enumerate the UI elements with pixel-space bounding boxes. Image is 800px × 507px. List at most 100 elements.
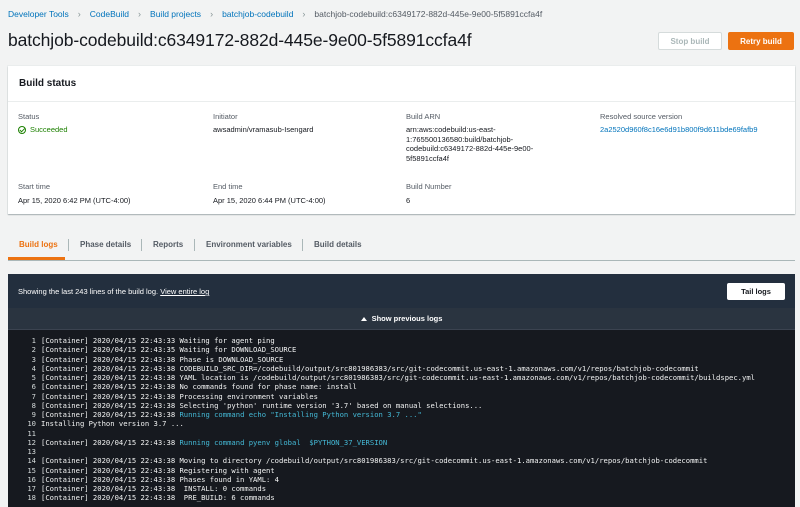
log-line: 6 [Container] 2020/04/15 22:43:38 No comm… xyxy=(8,382,795,391)
line-number: 1 xyxy=(31,336,36,345)
tab-divider xyxy=(141,239,142,251)
log-line: 8 [Container] 2020/04/15 22:43:38 Selecti… xyxy=(8,401,795,410)
line-number: 6 xyxy=(31,382,36,392)
tab-build-details[interactable]: Build details xyxy=(314,230,362,260)
chevron-right-icon: › xyxy=(302,9,306,19)
line-number: 7 xyxy=(31,391,36,401)
breadcrumb-build-projects[interactable]: Build projects xyxy=(150,9,201,19)
breadcrumb-codebuild[interactable]: CodeBuild xyxy=(90,9,129,19)
build-status-card: Build status Status Succeeded Initiator … xyxy=(8,66,795,214)
start-time-value: Apr 15, 2020 6:42 PM (UTC-4:00) xyxy=(18,196,131,205)
end-time-label: End time xyxy=(213,182,243,191)
log-line: 15 [Container] 2020/04/15 22:43:38 Regist… xyxy=(8,466,795,475)
log-line: 2 [Container] 2020/04/15 22:43:35 Waiting… xyxy=(8,345,795,354)
log-line: 3 [Container] 2020/04/15 22:43:38 Phase i… xyxy=(8,355,795,364)
tab-reports[interactable]: Reports xyxy=(153,230,183,260)
status-value: Succeeded xyxy=(18,125,68,135)
line-text: [Container] 2020/04/15 22:43:38 Phases f… xyxy=(41,474,279,484)
line-number: 10 xyxy=(27,419,36,429)
line-text: [Container] 2020/04/15 22:43:35 Waiting … xyxy=(41,345,297,355)
line-text: [Container] 2020/04/15 22:43:38 CODEBUIL… xyxy=(41,363,699,373)
build-number-value: 6 xyxy=(406,196,411,205)
tab-divider xyxy=(302,239,303,251)
build-arn-label: Build ARN xyxy=(406,112,441,121)
status-text: Succeeded xyxy=(30,125,68,134)
view-entire-log-link[interactable]: View entire log xyxy=(160,287,209,296)
chevron-right-icon: › xyxy=(210,9,214,19)
build-arn-line: codebuild:c6349172-882d-445e-9e00- xyxy=(406,144,534,153)
line-number: 2 xyxy=(31,345,36,355)
line-text: [Container] 2020/04/15 22:43:38 PRE_BUIL… xyxy=(41,493,275,503)
source-version-label: Resolved source version xyxy=(600,112,683,121)
status-label: Status xyxy=(18,112,40,121)
line-number: 12 xyxy=(27,437,36,447)
log-line: 4 [Container] 2020/04/15 22:43:38 CODEBUI… xyxy=(8,364,795,373)
log-line: 14 [Container] 2020/04/15 22:43:38 Moving… xyxy=(8,456,795,465)
source-version-link[interactable]: 2a2520d960f8c16e6d91b800f9d611bde69fafb9 xyxy=(600,125,758,135)
breadcrumb-developer-tools[interactable]: Developer Tools xyxy=(8,9,69,19)
initiator-value: awsadmin/vramasub-Isengard xyxy=(213,125,314,134)
line-number: 16 xyxy=(27,474,36,484)
line-command: Running command echo "Installing Python … xyxy=(179,410,422,419)
show-previous-logs-button[interactable]: Show previous logs xyxy=(8,308,795,330)
line-text: [Container] 2020/04/15 22:43:38 Register… xyxy=(41,465,275,475)
log-summary-text: Showing the last 243 lines of the build … xyxy=(18,287,159,296)
line-text: [Container] 2020/04/15 22:43:38 Moving t… xyxy=(41,456,708,466)
log-line: 5 [Container] 2020/04/15 22:43:38 YAML lo… xyxy=(8,373,795,382)
log-line: 7 [Container] 2020/04/15 22:43:38 Process… xyxy=(8,392,795,401)
tab-environment-variables[interactable]: Environment variables xyxy=(206,230,292,260)
line-number: 15 xyxy=(27,465,36,475)
tab-phase-details[interactable]: Phase details xyxy=(80,230,131,260)
line-text: [Container] 2020/04/15 22:43:38 Phase is… xyxy=(41,354,284,364)
line-text: [Container] 2020/04/15 22:43:38 Selectin… xyxy=(41,400,483,410)
line-number: 8 xyxy=(31,400,36,410)
line-number: 9 xyxy=(31,410,36,419)
line-number: 18 xyxy=(27,493,36,503)
line-command: Running command pyenv global $PYTHON_37_… xyxy=(179,437,388,447)
log-line: 10 Installing Python version 3.7 ... xyxy=(8,419,795,428)
line-text: [Container] 2020/04/15 22:43:38 INSTALL:… xyxy=(41,484,267,493)
log-summary: Showing the last 243 lines of the build … xyxy=(18,287,209,296)
build-arn-line: 5f5891ccfa4f xyxy=(406,153,449,163)
build-log-panel: Showing the last 243 lines of the build … xyxy=(8,274,795,507)
end-time-value: Apr 15, 2020 6:44 PM (UTC-4:00) xyxy=(213,196,326,205)
log-line: 13 xyxy=(8,447,795,456)
log-header: Showing the last 243 lines of the build … xyxy=(8,274,795,309)
log-line: 9 [Container] 2020/04/15 22:43:38 Running… xyxy=(8,410,795,419)
log-line: 17 [Container] 2020/04/15 22:43:38 INSTAL… xyxy=(8,484,795,493)
log-line: 16 [Container] 2020/04/15 22:43:38 Phases… xyxy=(8,475,795,484)
line-number: 14 xyxy=(27,456,36,466)
tab-bar: Build logs Phase details Reports Environ… xyxy=(8,230,795,261)
line-text: [Container] 2020/04/15 22:43:33 Waiting … xyxy=(41,336,275,345)
line-number: 5 xyxy=(31,373,36,382)
success-check-icon xyxy=(18,125,26,134)
tab-divider xyxy=(194,239,195,251)
caret-up-icon xyxy=(360,316,367,321)
line-text: [Container] 2020/04/15 22:43:38 No comma… xyxy=(41,382,357,392)
line-text: [Container] 2020/04/15 22:43:38 YAML loc… xyxy=(41,373,755,382)
build-arn-line: 1:765500136580:build/batchjob- xyxy=(406,134,514,144)
line-number: 11 xyxy=(27,428,36,438)
breadcrumb-current: batchjob-codebuild:c6349172-882d-445e-9e… xyxy=(314,9,543,19)
breadcrumb-project[interactable]: batchjob-codebuild xyxy=(222,9,293,19)
log-line: 12 [Container] 2020/04/15 22:43:38 Runnin… xyxy=(8,438,795,447)
log-line: 1 [Container] 2020/04/15 22:43:33 Waiting… xyxy=(8,336,795,345)
log-line: 18 [Container] 2020/04/15 22:43:38 PRE_BU… xyxy=(8,493,795,502)
line-text: [Container] 2020/04/15 22:43:38 Processi… xyxy=(41,391,318,401)
stop-build-button[interactable]: Stop build xyxy=(658,32,722,50)
breadcrumb: Developer Tools › CodeBuild › Build proj… xyxy=(8,6,542,22)
chevron-right-icon: › xyxy=(77,9,81,19)
initiator-label: Initiator xyxy=(213,112,238,121)
page-title: batchjob-codebuild:c6349172-882d-445e-9e… xyxy=(8,30,472,50)
tail-logs-button[interactable]: Tail logs xyxy=(727,283,785,300)
card-header: Build status xyxy=(8,66,795,102)
retry-build-button[interactable]: Retry build xyxy=(728,32,794,50)
card-title: Build status xyxy=(19,78,77,89)
line-number: 3 xyxy=(31,354,36,364)
line-number: 4 xyxy=(31,363,36,373)
line-text: [Container] 2020/04/15 22:43:38 xyxy=(41,410,180,419)
active-tab-indicator xyxy=(8,257,65,260)
line-number: 17 xyxy=(27,484,36,493)
log-lines: 1 [Container] 2020/04/15 22:43:33 Waiting… xyxy=(8,336,795,503)
tab-build-logs[interactable]: Build logs xyxy=(19,230,58,260)
